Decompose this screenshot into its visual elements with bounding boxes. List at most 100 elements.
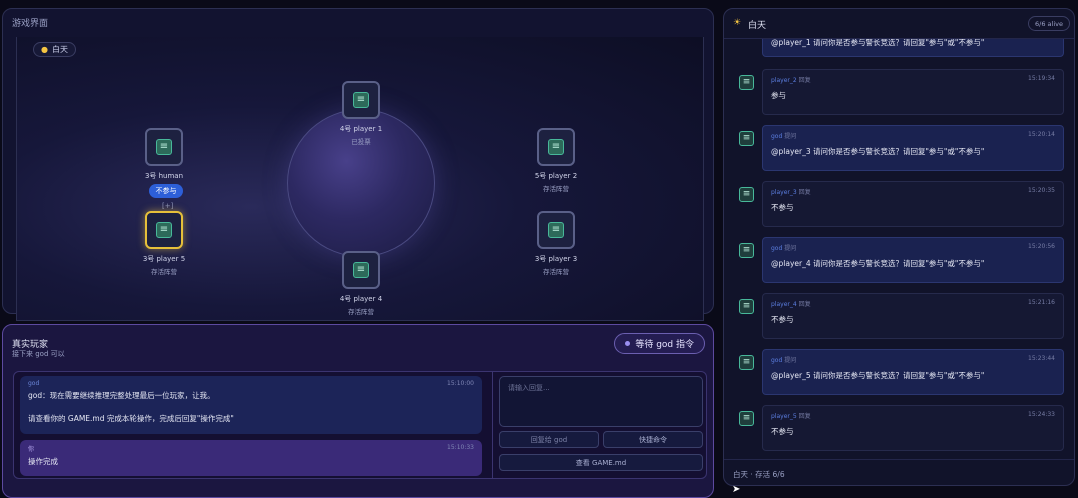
player-icon: ≡: [739, 355, 754, 370]
sun-icon: ●: [41, 45, 48, 54]
seat-name: 4号 player 4: [339, 295, 383, 303]
log-entry: ≡ player_3 回复 15:20:35 不参与: [732, 181, 1068, 227]
log-time: 15:19:34: [1028, 75, 1055, 82]
log-entry: ≡ god 提问 15:20:14 @player_3 请问你是否参与警长竞选？请…: [732, 125, 1068, 171]
log-text: @player_1 请问你是否参与警长竞选？请回复"参与"或"不参与": [771, 39, 985, 47]
seat-human[interactable]: ≡ 3号 human: [114, 128, 214, 181]
player-icon: ≡: [739, 243, 754, 258]
player-icon: ≡: [739, 411, 754, 426]
log-footer: 白天 · 存活 6/6: [724, 459, 1074, 485]
seat-name: 4号 player 1: [339, 125, 383, 133]
seat-status: 存活阵营: [348, 308, 374, 316]
player-icon: ≡: [548, 222, 564, 238]
log-tag: 提问: [784, 245, 797, 252]
player-icon: ≡: [739, 131, 754, 146]
log-sender: player_2: [771, 77, 797, 84]
seat-player-3[interactable]: ≡ 3号 player 3 存活阵营: [506, 211, 606, 276]
log-tag: 回复: [798, 189, 811, 196]
message-god: god 15:10:00 god：现在需要继续推理完整处理最后一位玩家，让我。 …: [20, 376, 482, 434]
log-sender: player_3: [771, 189, 797, 196]
log-text: 不参与: [771, 427, 794, 436]
player-icon: ≡: [739, 187, 754, 202]
seat-player-2[interactable]: ≡ 5号 player 2 存活阵营: [506, 128, 606, 193]
player-message-list[interactable]: god 15:10:00 god：现在需要继续推理完整处理最后一位玩家，让我。 …: [20, 376, 482, 476]
alive-count-badge: 6/6 alive: [1028, 16, 1070, 31]
log-sender: player_4: [771, 301, 797, 308]
log-entry: ≡ player_4 回复 15:21:16 不参与: [732, 293, 1068, 339]
avatar: ≡: [342, 81, 380, 119]
reply-area: 回复给 god 快捷命令 查看 GAME.md: [492, 372, 706, 478]
player-icon: ≡: [353, 262, 369, 278]
phase-chip: ● 白天: [33, 42, 76, 57]
log-text: @player_4 请问你是否参与警长竞选？请回复"参与"或"不参与": [771, 259, 985, 268]
avatar: ≡: [145, 128, 183, 166]
log-time: 15:23:44: [1028, 355, 1055, 362]
shortcut-command-button[interactable]: 快捷命令: [603, 431, 703, 448]
log-text: @player_5 请问你是否参与警长竞选？请回复"参与"或"不参与": [771, 371, 985, 380]
log-text: 不参与: [771, 203, 794, 212]
wait-status-label: 等待 god 指令: [635, 340, 694, 350]
message-self: 你 15:10:33 操作完成: [20, 440, 482, 476]
log-text: @player_3 请问你是否参与警长竞选？请回复"参与"或"不参与": [771, 147, 985, 156]
seat-name: 3号 human: [144, 172, 184, 180]
player-icon: ≡: [156, 222, 172, 238]
log-tag: 提问: [784, 133, 797, 140]
player-icon: ≡: [156, 139, 172, 155]
log-list[interactable]: @player_1 请问你是否参与警长竞选？请回复"参与"或"不参与" ≡ pl…: [732, 39, 1068, 461]
seat-status: 已投票: [351, 138, 371, 146]
message-text: 操作完成: [28, 457, 58, 466]
log-time: 15:20:56: [1028, 243, 1055, 250]
seat-status: 存活阵营: [151, 268, 177, 276]
message-sender: god: [28, 380, 40, 387]
log-tag: 回复: [798, 413, 811, 420]
log-header: ☀ 白天 6/6 alive: [724, 9, 1074, 39]
wait-status-badge: 等待 god 指令: [614, 333, 705, 354]
game-board: ● 白天 ≡ 3号 human 不参与 [+] ≡ 4号 player 1 已投…: [16, 37, 704, 321]
player-icon: ≡: [353, 92, 369, 108]
avatar: ≡: [342, 251, 380, 289]
log-entry: ≡ player_5 回复 15:24:33 不参与: [732, 405, 1068, 451]
seat-player-4[interactable]: ≡ 4号 player 4 存活阵营: [311, 251, 411, 316]
log-tag: 回复: [798, 301, 811, 308]
message-text: god：现在需要继续推理完整处理最后一位玩家，让我。 请查看你的 GAME.md…: [28, 391, 234, 423]
log-sender: god: [771, 357, 783, 364]
player-icon: ≡: [739, 299, 754, 314]
player-interaction-area: god 15:10:00 god：现在需要继续推理完整处理最后一位玩家，让我。 …: [13, 371, 707, 479]
log-tag: 回复: [798, 77, 811, 84]
player-panel: 真实玩家 接下来 god 可以 等待 god 指令 god 15:10:00 g…: [2, 324, 714, 498]
log-entry: ≡ player_2 回复 15:19:34 参与: [732, 69, 1068, 115]
log-sender: player_5: [771, 413, 797, 420]
log-time: 15:21:16: [1028, 299, 1055, 306]
vote-link-icon: [+]: [162, 202, 174, 210]
seat-player-1[interactable]: ≡ 4号 player 1 已投票: [311, 81, 411, 146]
mouse-cursor-icon: ➤: [732, 484, 741, 495]
log-time: 15:20:35: [1028, 187, 1055, 194]
seat-name: 5号 player 2: [534, 172, 578, 180]
phase-label: 白天: [51, 45, 68, 54]
send-reply-button[interactable]: 回复给 god: [499, 431, 599, 448]
log-title: 白天: [748, 21, 767, 31]
log-text: 参与: [771, 91, 786, 100]
seat-status: 存活阵营: [543, 185, 569, 193]
log-entry: @player_1 请问你是否参与警长竞选？请回复"参与"或"不参与": [732, 39, 1068, 57]
status-dot-icon: [625, 341, 631, 346]
log-sender: god: [771, 133, 783, 140]
log-time: 15:24:33: [1028, 411, 1055, 418]
log-entry: ≡ god 提问 15:23:44 @player_5 请问你是否参与警长竞选？请…: [732, 349, 1068, 395]
reply-input[interactable]: [499, 376, 703, 427]
log-panel: ☀ 白天 6/6 alive @player_1 请问你是否参与警长竞选？请回复…: [723, 8, 1075, 486]
seat-status: 存活阵营: [543, 268, 569, 276]
game-panel: 游戏界面 ● 白天 ≡ 3号 human 不参与 [+] ≡ 4号 player…: [2, 8, 714, 321]
message-time: 15:10:00: [447, 380, 474, 387]
vote-bubble: 不参与: [149, 184, 183, 198]
avatar: ≡: [537, 211, 575, 249]
message-time: 15:10:33: [447, 444, 474, 451]
log-time: 15:20:14: [1028, 131, 1055, 138]
seat-player-5[interactable]: ≡ 3号 player 5 存活阵营: [114, 211, 214, 276]
seat-name: 3号 player 3: [534, 255, 578, 263]
view-game-md-button[interactable]: 查看 GAME.md: [499, 454, 703, 471]
log-sender: god: [771, 245, 783, 252]
sun-icon: ☀: [733, 18, 742, 28]
avatar: ≡: [537, 128, 575, 166]
player-icon: ≡: [548, 139, 564, 155]
